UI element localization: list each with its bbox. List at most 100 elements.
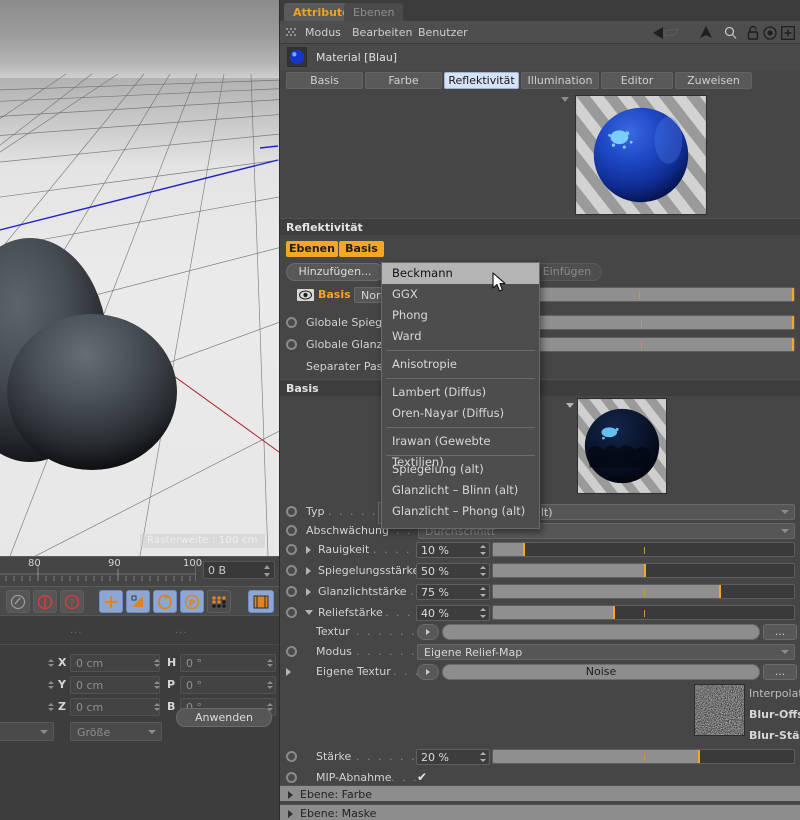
x-position-field[interactable]: 0 cm xyxy=(70,654,160,672)
row-globale-glanzlichtstaerke[interactable]: Globale Glanzlichtstärke xyxy=(280,336,800,355)
menu-item-lambert[interactable]: Lambert (Diffus) xyxy=(382,382,539,403)
row-modus[interactable]: Modus . . . . . . . . . Eigene Relief-Ma… xyxy=(280,643,800,662)
menu-item-spiegelung-alt[interactable]: Spiegelung (alt) xyxy=(382,459,539,480)
reliefstaerke-slider[interactable] xyxy=(492,605,795,620)
subtab-ebenen[interactable]: Ebenen xyxy=(286,241,338,257)
search-icon[interactable] xyxy=(723,26,738,40)
p-field-stepper[interactable] xyxy=(265,676,275,694)
row-textur[interactable]: Textur . . . . . . . . . ... xyxy=(280,623,800,642)
material-preview[interactable] xyxy=(561,95,710,217)
row-staerke[interactable]: Stärke . . . . . . . . . 20 % xyxy=(280,748,800,767)
menu-item-irawan[interactable]: Irawan (Gewebte Textilien) xyxy=(382,431,539,469)
textur-arrow-button[interactable] xyxy=(417,624,439,640)
coord-row-x[interactable]: X 0 cm H 0 ° xyxy=(0,654,279,672)
modus-dropdown[interactable]: Eigene Relief-Map xyxy=(417,644,795,660)
relief-keyframe-toggle[interactable] xyxy=(286,607,297,618)
subtab-basis[interactable]: Basis xyxy=(339,241,384,257)
globale-spiegel-keyframe-toggle[interactable] xyxy=(286,317,297,328)
tab-ebenen[interactable]: Ebenen xyxy=(344,3,404,21)
tab-reflektivitaet[interactable]: Reflektivität xyxy=(444,72,519,89)
rauigkeit-expand-icon[interactable] xyxy=(306,546,311,554)
mip-checkbox[interactable]: ✔ xyxy=(417,771,429,783)
staerke-keyframe-toggle[interactable] xyxy=(286,751,297,762)
rauigkeit-stepper[interactable] xyxy=(478,541,488,559)
drag-grip-icon[interactable] xyxy=(286,28,297,38)
layout-icon[interactable] xyxy=(248,590,274,613)
tab-illumination[interactable]: Illumination xyxy=(521,72,599,89)
viewport-3d[interactable]: Rasterweite : 100 cm xyxy=(0,0,279,556)
reliefstaerke-stepper[interactable] xyxy=(478,604,488,622)
coord-row-y[interactable]: Y 0 cm P 0 ° xyxy=(0,676,279,694)
section-ebene-farbe[interactable]: Ebene: Farbe xyxy=(280,785,800,801)
staerke-stepper[interactable] xyxy=(478,748,488,766)
tab-zuweisen[interactable]: Zuweisen xyxy=(675,72,752,89)
rotate-tool-icon[interactable] xyxy=(153,590,177,613)
tab-editor[interactable]: Editor xyxy=(601,72,673,89)
lock-icon[interactable] xyxy=(746,25,760,40)
menu-item-ward[interactable]: Ward xyxy=(382,326,539,347)
spiegelungsstaerke-slider[interactable] xyxy=(492,563,795,578)
y-stepper[interactable] xyxy=(46,676,56,694)
scale-tool-icon[interactable] xyxy=(126,590,150,613)
collapse-triangle-icon[interactable] xyxy=(561,97,569,102)
tab-farbe[interactable]: Farbe xyxy=(365,72,442,89)
menu-item-glanzlicht-phong-alt[interactable]: Glanzlicht – Phong (alt) xyxy=(382,501,539,522)
menu-item-phong[interactable]: Phong xyxy=(382,305,539,326)
rauigkeit-slider[interactable] xyxy=(492,542,795,557)
h-rotation-field[interactable]: 0 ° xyxy=(180,654,276,672)
target-icon[interactable] xyxy=(763,26,777,40)
menu-item-oren-nayar[interactable]: Oren-Nayar (Diffus) xyxy=(382,403,539,424)
eigene-textur-arrow-button[interactable] xyxy=(417,664,439,680)
menu-item-anisotropie[interactable]: Anisotropie xyxy=(382,354,539,375)
up-arrow-icon[interactable] xyxy=(698,25,714,40)
coord-mode-dropdown[interactable] xyxy=(0,722,54,741)
relief-collapse-icon[interactable] xyxy=(305,610,313,615)
plus-icon[interactable] xyxy=(781,26,795,40)
row-typ[interactable]: Typ . . . . . . . . . . Glanzlicht – Pho… xyxy=(280,503,800,522)
x-field-stepper[interactable] xyxy=(152,654,162,672)
glanzlichtstaerke-stepper[interactable] xyxy=(478,583,488,601)
eigene-textur-browse-button[interactable]: ... xyxy=(763,664,797,680)
frame-input[interactable]: 0 B xyxy=(203,561,275,579)
row-reliefstaerke[interactable]: Reliefstärke . . . . 40 % xyxy=(280,604,800,623)
mip-keyframe-toggle[interactable] xyxy=(286,772,297,783)
spiegelungsstaerke-stepper[interactable] xyxy=(478,562,488,580)
x-stepper[interactable] xyxy=(46,654,56,672)
z-stepper[interactable] xyxy=(46,698,56,716)
layer-name[interactable]: Basis xyxy=(318,288,351,301)
spiegelung-expand-icon[interactable] xyxy=(306,567,311,575)
menu-item-ggx[interactable]: GGX xyxy=(382,284,539,305)
abschwaechung-keyframe-toggle[interactable] xyxy=(286,525,297,536)
glanzlicht-expand-icon[interactable] xyxy=(306,588,311,596)
paste-layer-button[interactable]: Einfügen xyxy=(532,263,602,281)
basis-collapse-triangle-icon[interactable] xyxy=(566,403,574,408)
h-field-stepper[interactable] xyxy=(265,654,275,672)
dots-grid-icon[interactable] xyxy=(207,590,231,613)
undo-view-icon[interactable] xyxy=(6,590,30,613)
frame-stepper[interactable] xyxy=(264,565,271,577)
z-position-field[interactable]: 0 cm xyxy=(70,698,160,716)
apply-button[interactable]: Anwenden xyxy=(176,708,272,727)
ebene-farbe-expand-icon[interactable] xyxy=(288,791,293,799)
add-layer-button[interactable]: Hinzufügen... xyxy=(286,263,384,281)
y-position-field[interactable]: 0 cm xyxy=(70,676,160,694)
rauigkeit-keyframe-toggle[interactable] xyxy=(286,544,297,555)
move-tool-icon[interactable] xyxy=(99,590,123,613)
textur-field[interactable] xyxy=(442,624,760,640)
glanzlichtstaerke-slider[interactable] xyxy=(492,584,795,599)
glanzlicht-keyframe-toggle[interactable] xyxy=(286,586,297,597)
z-field-stepper[interactable] xyxy=(152,698,162,716)
menu-benutzer[interactable]: Benutzer xyxy=(418,26,468,39)
menu-modus[interactable]: Modus xyxy=(305,26,341,39)
tab-basis[interactable]: Basis xyxy=(286,72,363,89)
help-icon[interactable]: ? xyxy=(60,590,84,613)
back-arrow-icon[interactable] xyxy=(652,26,682,40)
timeline-bar[interactable]: 80 90 100 0 B xyxy=(0,556,279,586)
menu-bearbeiten[interactable]: Bearbeiten xyxy=(352,26,412,39)
eigene-textur-field[interactable]: Noise xyxy=(442,664,760,680)
row-rauigkeit[interactable]: Rauigkeit . . . . . . . . 10 % xyxy=(280,541,800,560)
row-separater-pass[interactable]: Separater Pass xyxy=(280,358,800,377)
staerke-slider[interactable] xyxy=(492,749,795,764)
section-ebene-maske[interactable]: Ebene: Maske xyxy=(280,804,800,820)
size-dropdown[interactable]: Größe xyxy=(70,722,162,741)
